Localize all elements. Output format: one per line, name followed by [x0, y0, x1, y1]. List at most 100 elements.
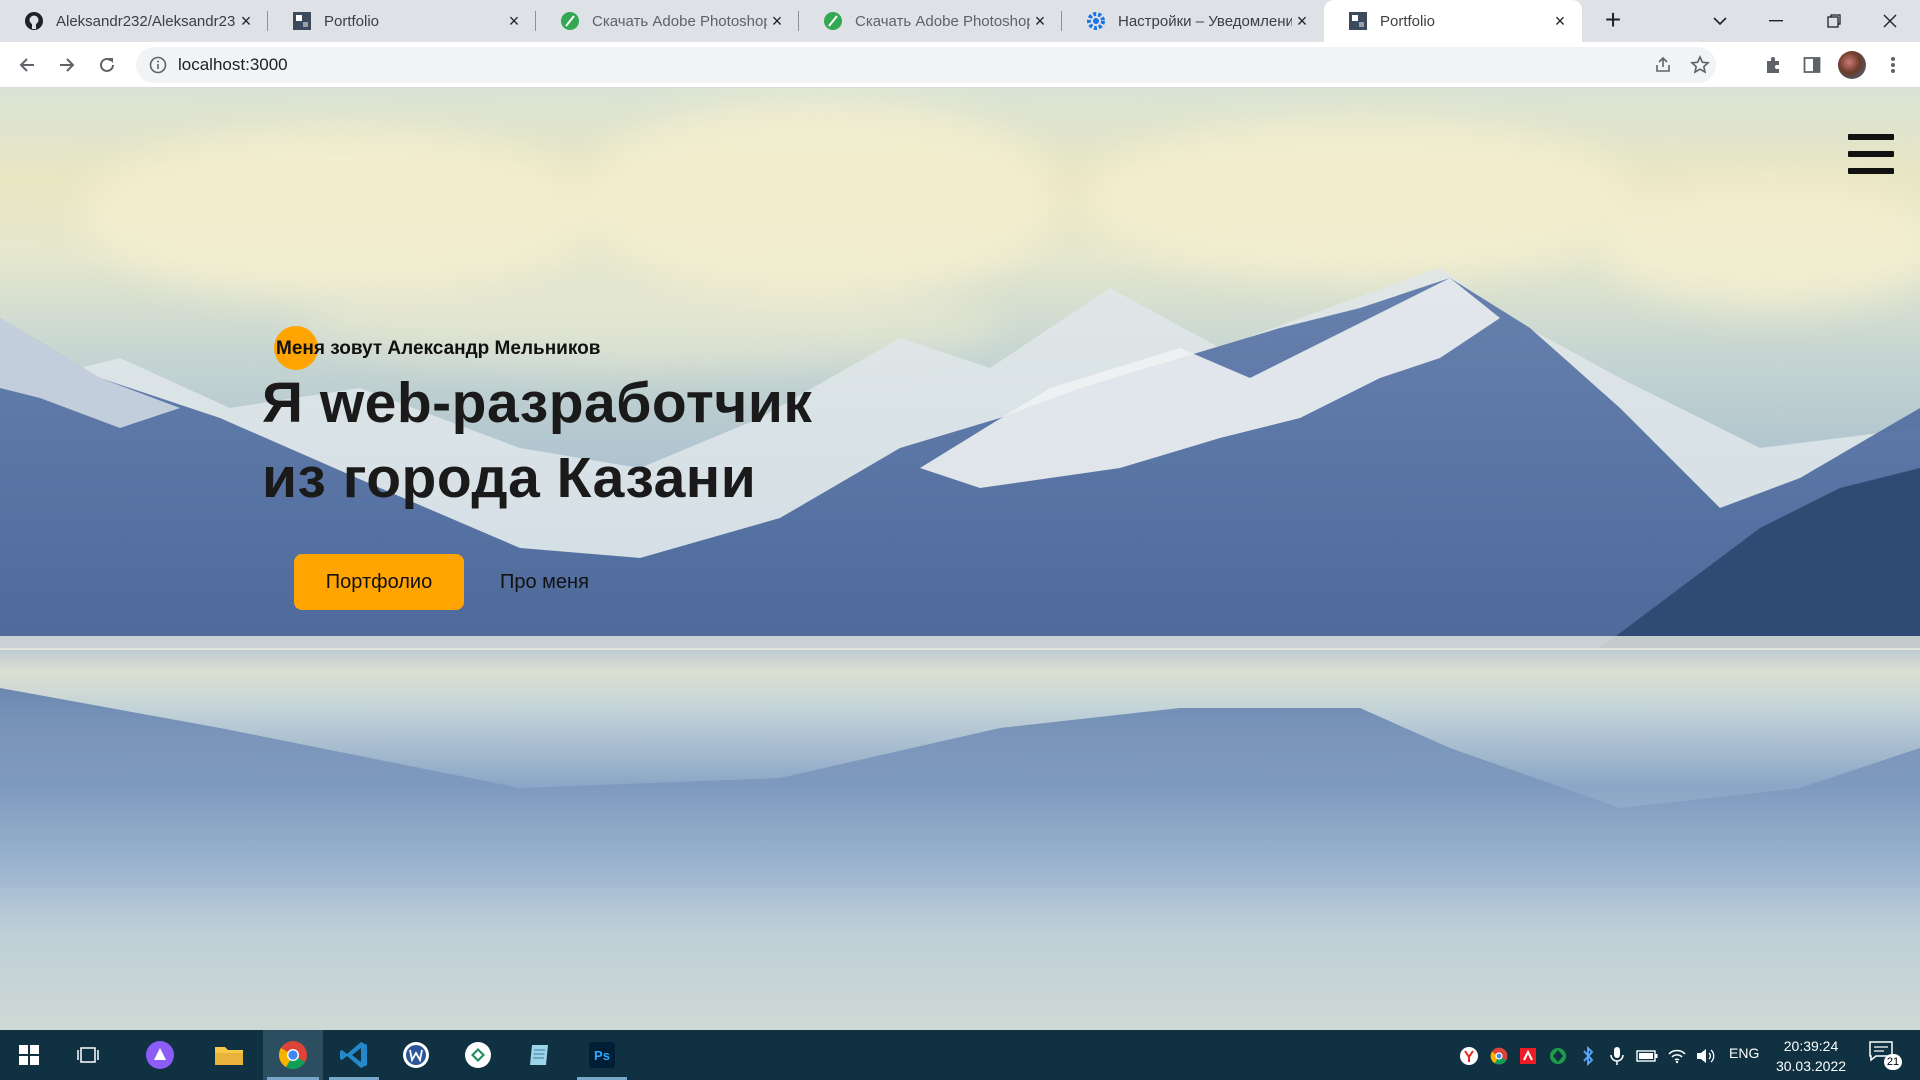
tab-title: Скачать Adobe Photoshop [592, 12, 767, 30]
notepad-taskbar-button[interactable] [511, 1030, 569, 1080]
tab-settings-notifications[interactable]: Настройки – Уведомления × [1062, 0, 1324, 42]
file-explorer-icon [215, 1047, 243, 1065]
windows-start-icon [19, 1045, 39, 1065]
headline-line2: из города Казани [262, 446, 757, 510]
file-explorer-button[interactable] [200, 1030, 258, 1080]
minimize-icon [1769, 20, 1783, 22]
close-icon[interactable]: × [767, 11, 787, 31]
page-icon [1348, 11, 1368, 31]
bluetooth-icon[interactable] [1577, 1045, 1599, 1067]
restore-icon [1827, 14, 1841, 28]
intro-text: Меня зовут Александр Мельников [276, 338, 601, 359]
taskbar: Ps ENG 20:39:24 30.03.2022 21 [0, 1030, 1920, 1080]
tab-portfolio[interactable]: Portfolio × [268, 0, 536, 42]
page-viewport: Меня зовут Александр Мельников Я web-раз… [0, 88, 1920, 1030]
close-icon [1883, 14, 1897, 28]
back-button[interactable] [12, 50, 42, 80]
puzzle-icon [1767, 57, 1779, 73]
chevron-down-icon [1713, 17, 1727, 26]
chrome-taskbar-button[interactable] [263, 1030, 323, 1080]
language-indicator[interactable]: ENG [1729, 1045, 1759, 1061]
tab-title: Настройки – Уведомления [1118, 12, 1292, 30]
app-taskbar-button[interactable] [449, 1030, 507, 1080]
security-tray-icon[interactable] [1547, 1045, 1569, 1067]
close-icon[interactable]: × [236, 11, 256, 31]
tab-title: Portfolio [324, 12, 380, 30]
restore-button[interactable] [1804, 0, 1864, 42]
burger-line [1848, 151, 1894, 157]
gear-icon [1086, 11, 1106, 31]
star-icon[interactable] [1690, 55, 1710, 80]
address-bar[interactable] [136, 47, 1716, 83]
forward-button[interactable] [52, 50, 82, 80]
headline-bold: web- [319, 371, 452, 435]
word-taskbar-button[interactable] [387, 1030, 445, 1080]
github-icon [24, 11, 44, 31]
share-icon[interactable] [1654, 56, 1672, 79]
clock[interactable]: 20:39:24 30.03.2022 [1766, 1036, 1856, 1076]
menu-button[interactable] [1878, 50, 1908, 80]
headline-prefix: Я [262, 371, 320, 435]
photoshop-label: Ps [594, 1048, 610, 1063]
tab-photoshop-download-1[interactable]: Скачать Adobe Photoshop × [536, 0, 799, 42]
alice-icon [146, 1041, 174, 1069]
leaf-icon [560, 11, 580, 31]
alice-assistant-button[interactable] [131, 1030, 189, 1080]
notification-center-button[interactable]: 21 [1868, 1040, 1902, 1070]
notification-count-badge: 21 [1884, 1054, 1902, 1070]
yandex-tray-icon[interactable] [1458, 1045, 1480, 1067]
close-icon[interactable]: × [504, 11, 524, 31]
photoshop-taskbar-button[interactable]: Ps [573, 1030, 631, 1080]
tab-search-button[interactable] [1690, 0, 1750, 42]
info-icon[interactable] [148, 55, 168, 75]
battery-icon[interactable] [1636, 1045, 1658, 1067]
avatar[interactable] [1838, 51, 1866, 79]
word-icon [403, 1042, 429, 1068]
url-input[interactable] [178, 55, 1716, 75]
new-tab-button[interactable]: + [1598, 6, 1628, 36]
tab-title: Aleksandr232/Aleksandr232 [56, 12, 236, 30]
arrow-right-icon [60, 58, 75, 72]
hero-actions: Портфолио Про меня [294, 554, 962, 610]
wifi-icon[interactable] [1666, 1045, 1688, 1067]
reload-icon [100, 57, 114, 72]
task-view-icon [77, 1047, 99, 1063]
reload-button[interactable] [92, 50, 122, 80]
portfolio-button[interactable]: Портфолио [294, 554, 464, 610]
volume-icon[interactable] [1695, 1045, 1717, 1067]
notepad-icon [530, 1045, 548, 1065]
close-icon[interactable]: × [1550, 11, 1570, 31]
amd-tray-icon[interactable] [1517, 1045, 1539, 1067]
clock-time: 20:39:24 [1783, 1038, 1839, 1054]
chrome-icon [279, 1041, 307, 1069]
browser-toolbar [0, 42, 1920, 88]
extensions-button[interactable] [1758, 50, 1788, 80]
intro-line: Меня зовут Александр Мельников [274, 326, 962, 370]
arrow-left-icon [19, 58, 34, 72]
chrome-tray-icon[interactable] [1488, 1045, 1510, 1067]
close-icon[interactable]: × [1030, 11, 1050, 31]
app-icon [465, 1042, 491, 1068]
vscode-taskbar-button[interactable] [325, 1030, 383, 1080]
burger-line [1848, 168, 1894, 174]
leaf-icon [823, 11, 843, 31]
hero-headline: Я web-разработчик из города Казани [262, 366, 962, 516]
vscode-icon [340, 1042, 367, 1068]
clock-date: 30.03.2022 [1775, 1058, 1847, 1074]
windows-start-button[interactable] [0, 1030, 58, 1080]
side-panel-icon [1803, 57, 1821, 73]
kebab-menu-icon [1891, 57, 1895, 73]
close-window-button[interactable] [1860, 0, 1920, 42]
photoshop-icon: Ps [589, 1042, 615, 1068]
burger-line [1848, 134, 1894, 140]
minimize-button[interactable] [1746, 0, 1806, 42]
hamburger-menu-button[interactable] [1848, 134, 1894, 174]
task-view-button[interactable] [60, 1030, 118, 1080]
side-panel-button[interactable] [1797, 50, 1827, 80]
tab-photoshop-download-2[interactable]: Скачать Adobe Photoshop × [799, 0, 1062, 42]
tab-github[interactable]: Aleksandr232/Aleksandr232 × [0, 0, 268, 42]
about-me-link[interactable]: Про меня [500, 571, 589, 594]
close-icon[interactable]: × [1292, 11, 1312, 31]
tab-portfolio-active[interactable]: Portfolio × [1324, 0, 1582, 42]
microphone-icon[interactable] [1606, 1045, 1628, 1067]
